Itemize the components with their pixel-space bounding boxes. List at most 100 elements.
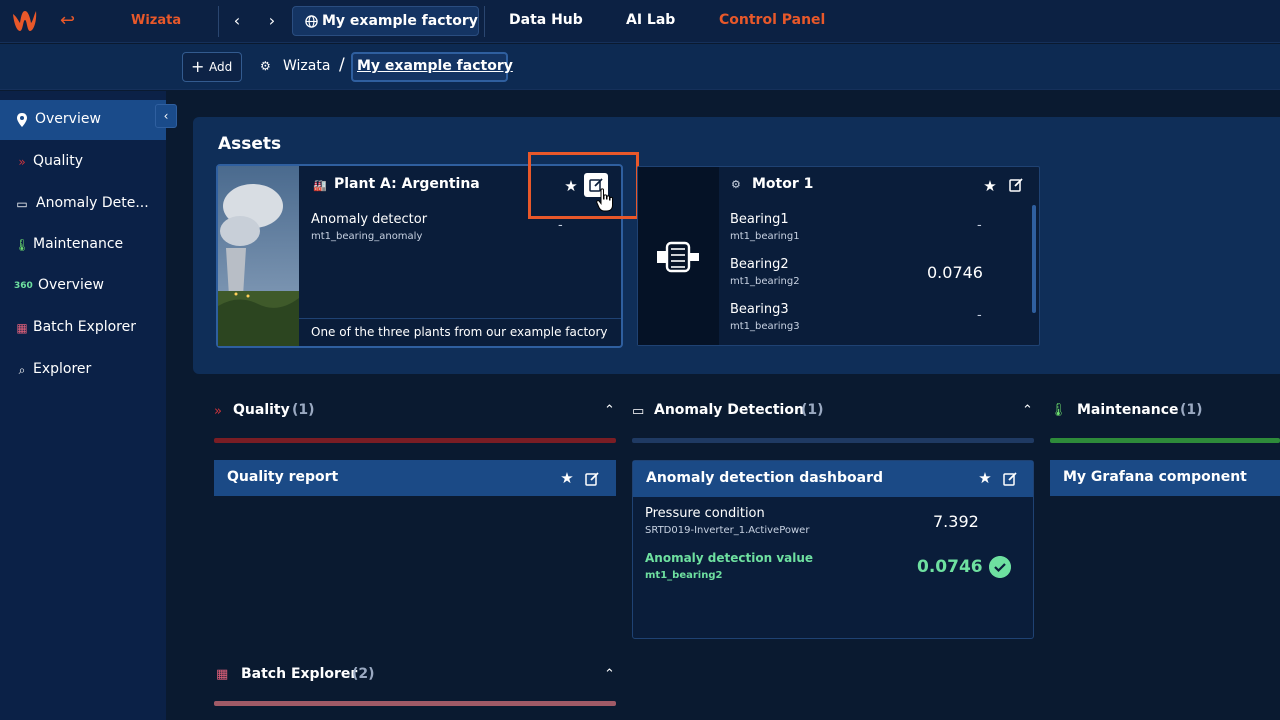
section-anomaly-bar: [632, 438, 1034, 443]
grafana-component-card[interactable]: My Grafana component: [1050, 460, 1280, 496]
edit-icon[interactable]: [1002, 471, 1018, 487]
signal-id: mt1_bearing2: [645, 570, 723, 581]
sidebar-item-label: Maintenance: [33, 236, 124, 252]
section-title: Maintenance: [1077, 402, 1179, 418]
sidebar-item-explorer[interactable]: ⌕ Explorer: [0, 350, 166, 390]
sidebar-item-quality[interactable]: » Quality: [0, 142, 166, 182]
motor-icon: [657, 241, 699, 273]
signal-id: SRTD019-Inverter_1.ActivePower: [645, 525, 810, 536]
sidebar-item-anomaly-detection[interactable]: ▭ Anomaly Dete...: [0, 184, 166, 224]
anomaly-dashboard-card[interactable]: Anomaly detection dashboard Pressure con…: [632, 460, 1034, 639]
signal-value: 0.0746: [927, 263, 983, 282]
asset-card-description: One of the three plants from our example…: [311, 325, 608, 339]
chevron-right-icon[interactable]: ›: [261, 10, 283, 32]
nav-control-panel[interactable]: Control Panel: [719, 12, 825, 28]
dashboard-header: Anomaly detection dashboard: [633, 461, 1033, 497]
top-bar: ↩ Wizata ‹ › My example factory Data Hub…: [0, 0, 1280, 43]
breadcrumb-root[interactable]: Wizata: [283, 58, 330, 74]
search-graph-icon: ⌕: [18, 363, 26, 377]
breadcrumb-current-label: My example factory: [357, 58, 513, 74]
asset-card-motor-1[interactable]: ⚙ Motor 1 Bearing1 mt1_bearing1 - Bearin…: [637, 166, 1040, 346]
breadcrumb-bar: + Add: [0, 44, 1280, 90]
sidebar-item-label: Batch Explorer: [33, 319, 136, 335]
sidebar-item-label: Anomaly Dete...: [36, 195, 149, 211]
signal-name: Bearing2: [730, 257, 789, 272]
section-count: (2): [352, 666, 375, 682]
signal-value: -: [977, 308, 982, 323]
asset-card-footer: One of the three plants from our example…: [299, 318, 621, 346]
thermometer-icon: 🌡: [14, 238, 30, 252]
section-anomaly-header[interactable]: ▭ Anomaly Detection (1) ⌃: [632, 400, 1034, 424]
section-maintenance-bar: [1050, 438, 1280, 443]
chevron-up-icon[interactable]: ⌃: [604, 403, 615, 418]
signal-name: Bearing1: [730, 212, 789, 227]
factory-tab[interactable]: My example factory: [292, 6, 479, 36]
sidebar-item-overview[interactable]: Overview: [0, 100, 166, 140]
brand-link[interactable]: Wizata: [131, 13, 181, 28]
plant-thumbnail: [218, 166, 299, 346]
sidebar-item-batch-explorer[interactable]: ▦ Batch Explorer: [0, 308, 166, 348]
signal-id: mt1_bearing3: [730, 321, 800, 332]
signal-value: 7.392: [933, 512, 979, 531]
nav-data-hub[interactable]: Data Hub: [509, 12, 583, 28]
batch-icon: ▦: [16, 321, 28, 335]
sidebar-item-label: Overview: [35, 111, 101, 127]
quality-report-card[interactable]: Quality report: [214, 460, 616, 496]
chevron-up-icon[interactable]: ⌃: [604, 667, 615, 682]
edit-icon[interactable]: [584, 471, 600, 487]
thermometer-icon: 🌡: [1050, 403, 1067, 418]
factory-icon: 🏭: [313, 179, 327, 192]
dashboard-title: Quality report: [227, 469, 339, 485]
section-batch-explorer-header[interactable]: ▦ Batch Explorer (2) ⌃: [214, 664, 616, 688]
plus-icon: +: [191, 57, 205, 76]
chevrons-down-icon: »: [18, 155, 26, 169]
signal-name: Anomaly detector: [311, 212, 428, 227]
section-maintenance-header[interactable]: 🌡 Maintenance (1): [1050, 400, 1280, 424]
sidebar-item-overview-360[interactable]: 360 Overview: [0, 266, 166, 306]
wizata-logo-icon[interactable]: [10, 6, 40, 36]
section-title: Quality: [233, 402, 290, 418]
motor-small-icon: ⚙: [731, 178, 741, 191]
asset-card-title: Plant A: Argentina: [334, 176, 480, 192]
dashboard-title: My Grafana component: [1063, 469, 1247, 485]
sidebar-item-maintenance[interactable]: 🌡 Maintenance: [0, 225, 166, 265]
dashboard-title: Anomaly detection dashboard: [646, 470, 883, 486]
signal-name: Pressure condition: [645, 506, 765, 521]
batch-icon: ▦: [216, 667, 229, 682]
section-count: (1): [801, 402, 824, 418]
sidebar-item-label: Overview: [38, 277, 104, 293]
signal-name: Bearing3: [730, 302, 789, 317]
star-icon[interactable]: ★: [559, 470, 575, 486]
star-icon[interactable]: ★: [977, 470, 993, 486]
section-count: (1): [292, 402, 315, 418]
sidebar-item-label: Quality: [33, 153, 84, 169]
collapse-sidebar-button[interactable]: ‹: [155, 104, 177, 128]
globe-icon: [305, 15, 318, 28]
monitor-icon: ▭: [632, 404, 645, 419]
section-batch-explorer-bar: [214, 701, 616, 706]
signal-name: Anomaly detection value: [645, 551, 814, 565]
star-icon[interactable]: ★: [982, 178, 998, 194]
asset-card-title: Motor 1: [752, 176, 814, 192]
section-quality-header[interactable]: » Quality (1) ⌃: [214, 400, 616, 424]
section-quality-bar: [214, 438, 616, 443]
section-title: Batch Explorer: [241, 666, 358, 682]
section-title: Anomaly Detection: [654, 402, 804, 418]
chevrons-down-icon: »: [214, 404, 222, 419]
nav-ai-lab[interactable]: AI Lab: [626, 12, 675, 28]
map-pin-icon: [17, 113, 27, 127]
sidebar: Overview » Quality ▭ Anomaly Dete... 🌡 M…: [0, 91, 166, 720]
factory-tab-label: My example factory: [322, 13, 478, 29]
edit-icon[interactable]: [1008, 177, 1024, 193]
signal-value: -: [558, 218, 563, 233]
breadcrumb-current[interactable]: My example factory: [351, 52, 513, 82]
undo-icon[interactable]: ↩: [60, 11, 80, 31]
chevron-up-icon[interactable]: ⌃: [1022, 403, 1033, 418]
signal-id: mt1_bearing2: [730, 276, 800, 287]
divider: [484, 6, 485, 37]
signal-value: 0.0746: [917, 557, 983, 577]
chevron-left-icon[interactable]: ‹: [226, 10, 248, 32]
card-scrollbar[interactable]: [1032, 205, 1036, 313]
signal-id: mt1_bearing_anomaly: [311, 231, 423, 242]
add-button[interactable]: + Add: [182, 52, 242, 82]
